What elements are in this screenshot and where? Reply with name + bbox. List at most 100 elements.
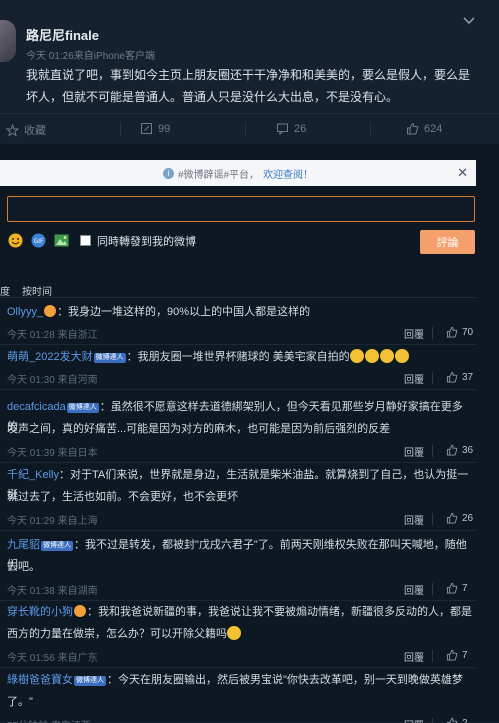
reply-button[interactable]: 回覆 — [404, 649, 424, 664]
comment-text: 穿长靴的小狗 ：我和我爸说新疆的事，我爸说让我不要被煽动情绪，新疆很多反动的人，都… — [7, 602, 472, 622]
comment-like-button[interactable]: 7 — [446, 582, 468, 594]
comment-text-line-2: 西方的力量在做崇，怎么办？可以开除父籍吗 — [7, 624, 472, 644]
comment-meta: 今天 01:29 来自上海 — [7, 516, 98, 527]
avatar[interactable] — [0, 20, 16, 62]
thumbs-up-icon — [446, 717, 458, 723]
badge-icon: 微博達人 — [74, 676, 106, 686]
notice-text: #微博辟谣#平台， — [177, 169, 260, 181]
like-count: 624 — [424, 122, 443, 135]
comment-text-line-2: 就过去了，生活也如前。不会更好，也不会更坏 — [7, 491, 238, 503]
repost-button[interactable]: 99 — [140, 122, 170, 135]
divider — [432, 327, 433, 339]
comment-button[interactable]: 26 — [276, 122, 306, 135]
comment-like-count: 2 — [462, 717, 468, 723]
reply-button[interactable]: 回覆 — [404, 326, 424, 341]
comment-username[interactable]: 綠樹爸爸寶女 — [7, 674, 73, 686]
divider — [432, 650, 433, 662]
chevron-down-icon[interactable] — [462, 14, 476, 28]
comment-like-button[interactable]: 36 — [446, 444, 473, 456]
notice-link[interactable]: 欢迎查阅！ — [263, 166, 313, 181]
repost-count: 99 — [158, 122, 171, 135]
thumbs-up-icon — [446, 371, 458, 383]
svg-text:GIF: GIF — [34, 238, 44, 245]
thumbs-up-icon — [446, 512, 458, 524]
comment-like-count: 37 — [462, 371, 474, 383]
comment-text: 萌萌_2022发大财 微博達人 ：我朋友圈一堆世界杯赌球的 美美宅家自拍的 — [7, 347, 472, 367]
comment-username[interactable]: Ollyyy_ — [7, 306, 43, 318]
badge-icon: 微博達人 — [66, 403, 99, 413]
medal-icon — [74, 605, 86, 617]
rumor-notice: i #微博辟谣#平台， 欢迎查阅！ ✕ — [0, 160, 476, 186]
divider — [0, 462, 476, 463]
comment-username[interactable]: 萌萌_2022发大财 — [7, 351, 93, 363]
emoji-icon — [349, 349, 364, 363]
comment-meta: 今天 01:30 来自河南 — [7, 375, 98, 386]
collect-button[interactable]: 收藏 — [6, 122, 46, 138]
comment-text: Ollyyy_ ：我身边一堆这样的，90%以上的中国人都是这样的 — [7, 302, 472, 322]
repost-checkbox[interactable] — [80, 235, 91, 246]
reply-button[interactable]: 回覆 — [404, 371, 424, 386]
reply-button[interactable]: 回覆 — [404, 444, 424, 459]
badge-icon: 微博達人 — [41, 541, 73, 551]
divider — [0, 389, 476, 390]
thumbs-up-icon — [446, 326, 458, 338]
thumbs-up-icon — [446, 582, 458, 594]
comment-icon — [277, 123, 288, 135]
emoji-icon — [379, 349, 394, 363]
comment-text-line-1: ：今天在朋友圈输出，然后被男宝说"你快去改革吧，别一天到晚做英雄梦 — [107, 674, 463, 686]
divider — [432, 583, 433, 595]
emoji-icon — [394, 349, 409, 363]
reply-button[interactable]: 回覆 — [404, 512, 424, 527]
close-icon[interactable]: ✕ — [457, 165, 468, 181]
reply-button[interactable]: 回覆 — [404, 582, 424, 597]
divider — [0, 530, 476, 531]
info-icon: i — [162, 167, 174, 179]
post-action-bar: 收藏 99 26 624 — [0, 113, 499, 143]
comment-text-line-1: ：我和我爸说新疆的事，我爸说让我不要被煽动情绪，新疆很多反动的人，都是 — [87, 606, 472, 618]
emoji-icon — [364, 349, 379, 363]
submit-comment-button[interactable]: 評論 — [420, 230, 475, 254]
comment-like-count: 7 — [462, 582, 468, 594]
comment-like-button[interactable]: 7 — [446, 649, 468, 661]
divider — [120, 122, 121, 136]
comment-input[interactable] — [7, 196, 475, 222]
reply-button[interactable]: 回覆 — [404, 717, 424, 723]
comment-text-line-2-text: 西方的力量在做崇，怎么办？可以开除父籍吗 — [7, 628, 227, 640]
like-button[interactable]: 624 — [406, 122, 442, 135]
collect-label: 收藏 — [24, 125, 46, 137]
post-username[interactable]: 路尼尼finale — [26, 25, 99, 44]
divider — [370, 122, 371, 136]
comment-text: 綠樹爸爸寶女 微博達人 ：今天在朋友圈输出，然后被男宝说"你快去改革吧，别一天到晚做… — [7, 670, 472, 690]
emoji-icon[interactable] — [7, 232, 24, 249]
comment-like-button[interactable]: 37 — [446, 371, 473, 383]
divider — [432, 718, 433, 723]
comment-username[interactable]: 千紀_Kelly — [7, 469, 59, 481]
comment-like-count: 7 — [462, 649, 468, 661]
comment-username[interactable]: decafcicada — [7, 401, 66, 413]
comment-like-button[interactable]: 26 — [446, 512, 473, 524]
comment-like-count: 70 — [462, 326, 474, 338]
thumbs-up-icon — [446, 649, 458, 661]
tab-sort-by-time[interactable]: 按时间 — [22, 283, 52, 298]
comment-text-line-1: ：我朋友圈一堆世界杯赌球的 美美宅家自拍的 — [126, 351, 350, 363]
comment-like-button[interactable]: 70 — [446, 326, 473, 338]
comment-text-line-2: 发声之间，真的好痛苦...可能是因为对方的麻木，也可能是因为前后强烈的反差 — [7, 423, 391, 435]
comment-like-button[interactable]: 2 — [446, 717, 468, 723]
divider — [0, 297, 476, 298]
emoji-icon — [227, 626, 241, 640]
comment-username[interactable]: 穿长靴的小狗 — [7, 606, 73, 618]
comment-text-line-1: ：我身边一堆这样的，90%以上的中国人都是这样的 — [57, 306, 311, 318]
weibo-post: 路尼尼finale 今天 01:26来自iPhone客户端 我就直说了吧，事到如… — [0, 0, 499, 112]
thumbs-up-icon — [407, 122, 419, 135]
comment-meta: 今天 01:38 来自湖南 — [7, 586, 98, 597]
comment-username[interactable]: 九尾貂 — [7, 539, 40, 551]
divider — [0, 600, 476, 601]
post-text: 我就直说了吧，事到如今主页上朋友圈还干干净净和和美美的，要么是假人，要么是坏人，… — [26, 68, 471, 104]
comment-meta: 今天 01:56 来自广东 — [7, 653, 98, 664]
image-icon[interactable] — [53, 232, 70, 249]
gif-icon[interactable]: GIF — [30, 232, 47, 249]
tab-sort-partial[interactable]: 度 — [0, 283, 10, 298]
comment-text-line-2: 去吧。 — [7, 561, 40, 573]
divider — [432, 445, 433, 457]
repost-checkbox-label: 同時轉發到我的微博 — [97, 235, 196, 248]
